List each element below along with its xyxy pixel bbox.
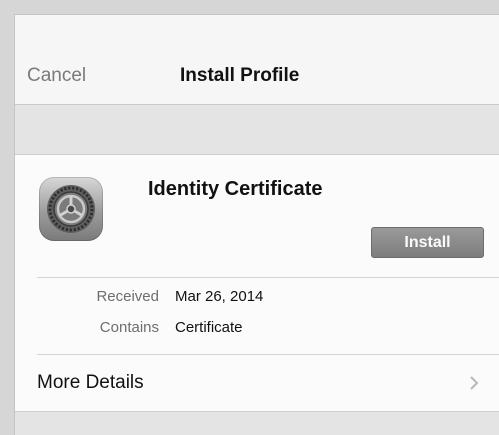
install-profile-screen: Cancel Install Profile Identity Certific… — [14, 14, 499, 435]
navigation-bar: Cancel Install Profile — [15, 15, 499, 105]
detail-key: Received — [96, 288, 159, 305]
profile-card: Identity Certificate Install Received Ma… — [15, 155, 499, 411]
settings-gear-icon — [39, 177, 103, 241]
install-button[interactable]: Install — [371, 227, 484, 258]
section-spacer — [15, 105, 499, 155]
detail-value: Certificate — [175, 319, 243, 336]
cancel-button[interactable]: Cancel — [27, 65, 86, 87]
divider — [37, 277, 499, 278]
chevron-right-icon — [470, 376, 479, 390]
profile-name: Identity Certificate — [148, 178, 323, 200]
detail-value: Mar 26, 2014 — [175, 288, 264, 305]
detail-row-received: Received Mar 26, 2014 — [15, 288, 499, 310]
more-details-label: More Details — [37, 372, 144, 393]
page-title: Install Profile — [180, 65, 300, 86]
detail-row-contains: Contains Certificate — [15, 319, 499, 341]
detail-key: Contains — [99, 319, 159, 336]
bottom-spacer — [15, 411, 499, 435]
more-details-row[interactable]: More Details — [15, 355, 499, 411]
